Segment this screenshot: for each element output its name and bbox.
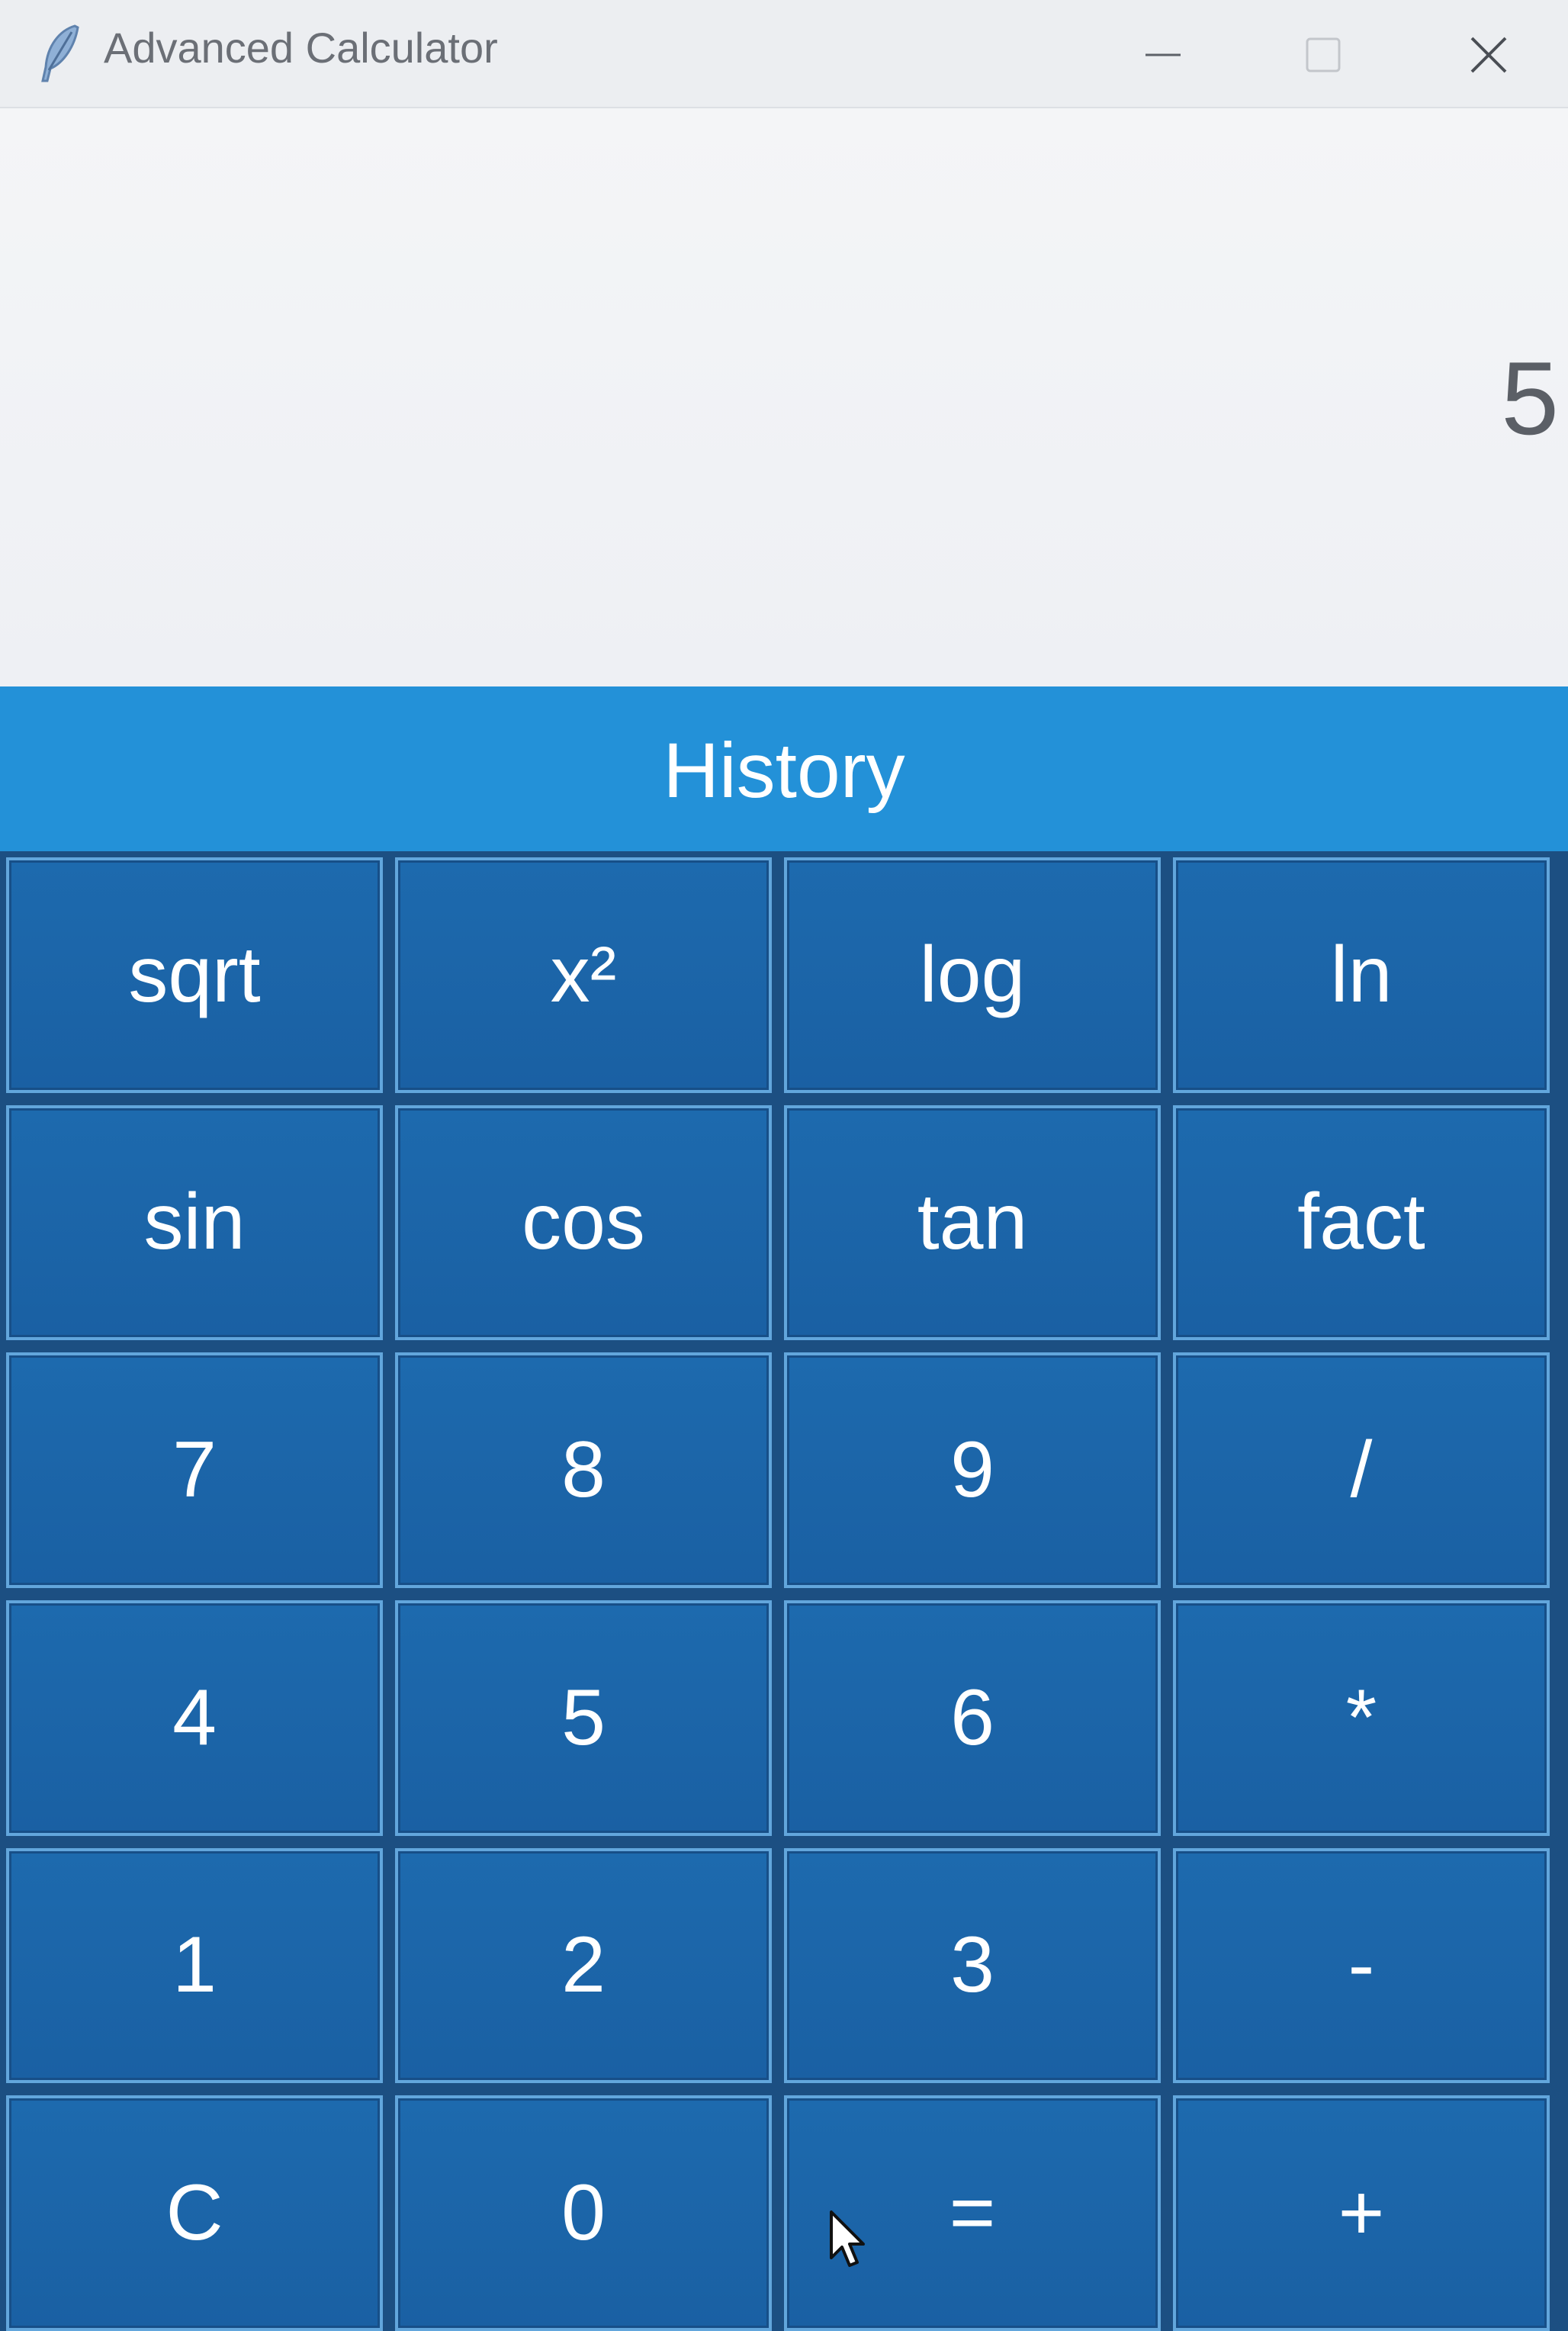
digit-0-button[interactable]: 0 bbox=[395, 2095, 772, 2331]
display-value: 5 bbox=[1501, 340, 1559, 456]
digit-8-button[interactable]: 8 bbox=[395, 1352, 772, 1588]
fact-button[interactable]: fact bbox=[1173, 1104, 1550, 1341]
digit-1-button[interactable]: 1 bbox=[6, 1847, 383, 2084]
display-area: 5 bbox=[0, 108, 1568, 694]
multiply-button[interactable]: * bbox=[1173, 1600, 1550, 1836]
calculator-window: Advanced Calculator 5 History sqrt x² lo… bbox=[0, 0, 1568, 2331]
title-bar: Advanced Calculator bbox=[0, 0, 1568, 108]
clear-button[interactable]: C bbox=[6, 2095, 383, 2331]
close-button[interactable] bbox=[1435, 17, 1542, 93]
digit-2-button[interactable]: 2 bbox=[395, 1847, 772, 2084]
ln-button[interactable]: ln bbox=[1173, 857, 1550, 1093]
square-button[interactable]: x² bbox=[395, 857, 772, 1093]
keypad: sqrt x² log ln sin cos tan fact 7 8 9 / … bbox=[0, 851, 1568, 2331]
close-icon bbox=[1469, 35, 1509, 75]
subtract-button[interactable]: - bbox=[1173, 1847, 1550, 2084]
sin-button[interactable]: sin bbox=[6, 1104, 383, 1341]
digit-9-button[interactable]: 9 bbox=[784, 1352, 1161, 1588]
divide-button[interactable]: / bbox=[1173, 1352, 1550, 1588]
minimize-icon bbox=[1144, 51, 1182, 59]
sqrt-button[interactable]: sqrt bbox=[6, 857, 383, 1093]
digit-4-button[interactable]: 4 bbox=[6, 1600, 383, 1836]
history-button[interactable]: History bbox=[0, 686, 1568, 854]
log-button[interactable]: log bbox=[784, 857, 1161, 1093]
digit-5-button[interactable]: 5 bbox=[395, 1600, 772, 1836]
minimize-button[interactable] bbox=[1110, 17, 1216, 93]
digit-6-button[interactable]: 6 bbox=[784, 1600, 1161, 1836]
add-button[interactable]: + bbox=[1173, 2095, 1550, 2331]
mouse-pointer-icon bbox=[828, 2209, 866, 2270]
feather-icon bbox=[37, 23, 82, 84]
tan-button[interactable]: tan bbox=[784, 1104, 1161, 1341]
maximize-icon bbox=[1305, 37, 1341, 73]
maximize-button[interactable] bbox=[1270, 17, 1377, 93]
window-title: Advanced Calculator bbox=[104, 24, 498, 72]
cos-button[interactable]: cos bbox=[395, 1104, 772, 1341]
digit-3-button[interactable]: 3 bbox=[784, 1847, 1161, 2084]
digit-7-button[interactable]: 7 bbox=[6, 1352, 383, 1588]
